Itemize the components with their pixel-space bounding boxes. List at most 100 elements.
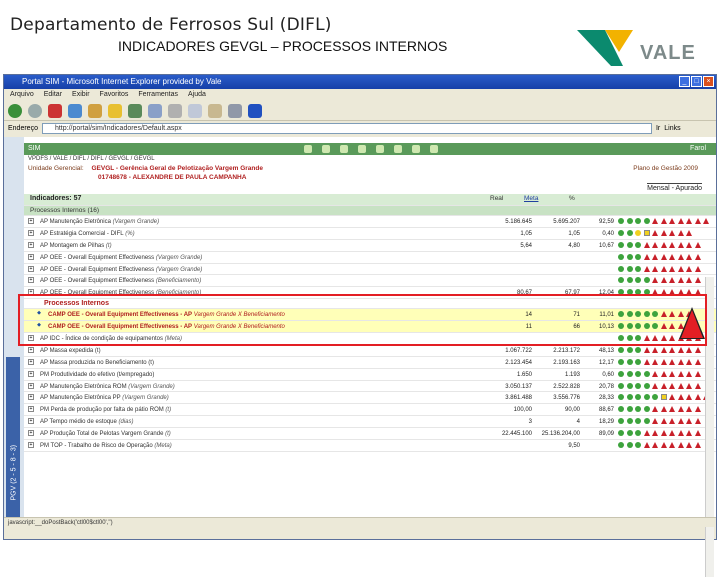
indicator-name[interactable]: AP OEE - Overall Equipment Effectiveness…	[40, 253, 202, 263]
expand-toggle[interactable]: +	[28, 370, 34, 377]
expand-toggle[interactable]: +	[28, 277, 34, 284]
stop-icon[interactable]	[48, 103, 62, 118]
menu-editar[interactable]: Editar	[44, 89, 62, 101]
farol-label[interactable]: Farol	[690, 143, 706, 155]
expand-toggle[interactable]: +	[28, 265, 34, 272]
indicator-name[interactable]: AP Manutenção Eletrônica ROM (Vargem Gra…	[40, 382, 175, 392]
green-dot-icon	[643, 418, 650, 425]
pct-value: 0,40	[602, 230, 614, 237]
meta-value: 5.695.207	[553, 219, 580, 225]
mail-icon[interactable]	[376, 145, 384, 153]
expand-toggle[interactable]: +	[28, 253, 34, 260]
indicator-name[interactable]: AP Produção Total de Pelotas Vargem Gran…	[40, 429, 171, 439]
mail-icon[interactable]	[148, 103, 162, 118]
table-row[interactable]: + AP Tempo médio de estoque (dias) 3 4 18,29	[24, 416, 716, 429]
address-input[interactable]: http://portal/sim/Indicadores/Default.as…	[41, 122, 652, 134]
expand-toggle[interactable]: +	[28, 241, 34, 248]
table-row[interactable]: + AP Manutenção Eletrônica PP (Vargem Gra…	[24, 392, 716, 405]
expand-toggle[interactable]: +	[28, 442, 34, 449]
folder-icon[interactable]	[304, 145, 312, 153]
red-triangle-icon	[677, 241, 684, 248]
links-label[interactable]: Links	[664, 125, 680, 132]
indicator-name[interactable]: PM Produtividade do efetivo (t/empregado…	[40, 370, 154, 380]
table-row[interactable]: + AP Massa expedida (t) 1.067.722 2.213.172…	[24, 345, 716, 357]
red-triangle-icon	[677, 370, 684, 377]
refresh-icon[interactable]	[68, 103, 82, 118]
green-dot-icon	[618, 442, 624, 449]
close-button[interactable]: ×	[703, 76, 714, 87]
indicator-name[interactable]: AP Massa expedida (t)	[40, 346, 101, 356]
group-row[interactable]: Processos Internos (16)	[24, 206, 716, 216]
red-triangle-icon	[643, 265, 650, 272]
expand-toggle[interactable]: +	[28, 346, 34, 353]
indicator-name[interactable]: AP Manutenção Eletrônica PP (Vargem Gran…	[40, 393, 169, 403]
chart-icon[interactable]	[322, 145, 330, 153]
green-dot-icon	[635, 218, 641, 224]
expand-toggle[interactable]: +	[28, 382, 34, 389]
table-row[interactable]: + AP Manutenção Eletrônica ROM (Vargem Gr…	[24, 381, 716, 393]
indicator-name[interactable]: AP Manutenção Eletrônica (Vargem Grande)	[40, 217, 159, 227]
pct-value: 0,60	[602, 371, 614, 378]
print-icon[interactable]	[430, 145, 438, 153]
help-icon[interactable]	[412, 145, 420, 153]
print-icon[interactable]	[228, 103, 242, 118]
indicator-subtitle: (%)	[123, 230, 135, 237]
menu-favoritos[interactable]: Favoritos	[100, 89, 129, 101]
indicator-name[interactable]: AP Montagem de Pilhas (t)	[40, 241, 112, 251]
table-row[interactable]: + AP OEE - Overall Equipment Effectivenes…	[24, 264, 716, 276]
table-row[interactable]: + AP Massa produzida no Beneficiamento (t…	[24, 357, 716, 369]
indicator-name[interactable]: AP Tempo médio de estoque (dias)	[40, 417, 134, 427]
paste-icon[interactable]	[208, 103, 222, 118]
indicator-name[interactable]: PM Perda de produção por falta de pátio …	[40, 405, 171, 415]
table-row[interactable]: + AP Manutenção Eletrônica (Vargem Grande…	[24, 216, 716, 228]
expand-toggle[interactable]: +	[28, 394, 34, 401]
back-icon[interactable]	[8, 103, 22, 118]
green-dot-icon	[618, 218, 624, 224]
maximize-button[interactable]: □	[691, 76, 702, 87]
table-row[interactable]: + AP Montagem de Pilhas (t) 5,64 4,80 10,67	[24, 240, 716, 252]
expand-toggle[interactable]: +	[28, 430, 34, 437]
table-row[interactable]: + AP OEE - Overall Equipment Effectivenes…	[24, 275, 716, 288]
red-triangle-icon	[686, 229, 692, 236]
expand-toggle[interactable]: +	[28, 406, 34, 413]
table-row[interactable]: + AP Estratégia Comercial - DIFL (%) 1,05 1…	[24, 228, 716, 240]
red-triangle-icon	[652, 442, 658, 449]
table-row[interactable]: + AP Produção Total de Pelotas Vargem Gra…	[24, 428, 716, 441]
expand-toggle[interactable]: +	[28, 418, 34, 425]
indicator-name[interactable]: AP OEE - Overall Equipment Effectiveness…	[40, 265, 202, 275]
table-row[interactable]: + PM Produtividade do efetivo (t/empregad…	[24, 369, 716, 381]
minimize-button[interactable]: _	[679, 76, 690, 87]
green-dot-icon	[643, 394, 650, 401]
menu-ajuda[interactable]: Ajuda	[188, 89, 206, 101]
go-button[interactable]: Ir	[656, 125, 660, 132]
copy-icon[interactable]	[188, 103, 202, 118]
col-meta[interactable]: Meta	[524, 195, 538, 202]
expand-toggle[interactable]: +	[28, 358, 34, 365]
menu-exibir[interactable]: Exibir	[72, 89, 90, 101]
bluetooth-icon[interactable]	[248, 103, 262, 118]
user-icon[interactable]	[358, 145, 366, 153]
green-dot-icon	[635, 277, 641, 284]
home-icon[interactable]	[88, 103, 102, 118]
gear-icon[interactable]	[394, 145, 402, 153]
indicator-name[interactable]: AP Estratégia Comercial - DIFL (%)	[40, 229, 135, 239]
indicator-name[interactable]: PM TOP - Trabalho de Risco de Operação (…	[40, 441, 172, 451]
real-value: 3.861.488	[505, 395, 532, 402]
status-lights	[618, 265, 701, 272]
indicator-name[interactable]: AP OEE - Overall Equipment Effectiveness…	[40, 276, 201, 286]
search-icon[interactable]	[340, 145, 348, 153]
table-row[interactable]: + PM Perda de produção por falta de pátio…	[24, 404, 716, 417]
cut-icon[interactable]	[168, 103, 182, 118]
table-row[interactable]: + AP OEE - Overall Equipment Effectivenes…	[24, 252, 716, 264]
table-row[interactable]: + PM TOP - Trabalho de Risco de Operação …	[24, 440, 716, 452]
indicator-name[interactable]: AP Massa produzida no Beneficiamento (t)	[40, 358, 154, 368]
history-icon[interactable]	[128, 103, 142, 118]
favorites-icon[interactable]	[108, 103, 122, 118]
menu-arquivo[interactable]: Arquivo	[10, 89, 34, 101]
forward-icon[interactable]	[28, 103, 42, 118]
menu-ferramentas[interactable]: Ferramentas	[138, 89, 178, 101]
expand-toggle[interactable]: +	[28, 229, 34, 236]
indicator-subtitle: (t)	[163, 407, 172, 414]
expand-toggle[interactable]: +	[28, 218, 34, 224]
vertical-tab[interactable]: PGV (2 - 5 - 8 - 3)	[6, 357, 20, 517]
